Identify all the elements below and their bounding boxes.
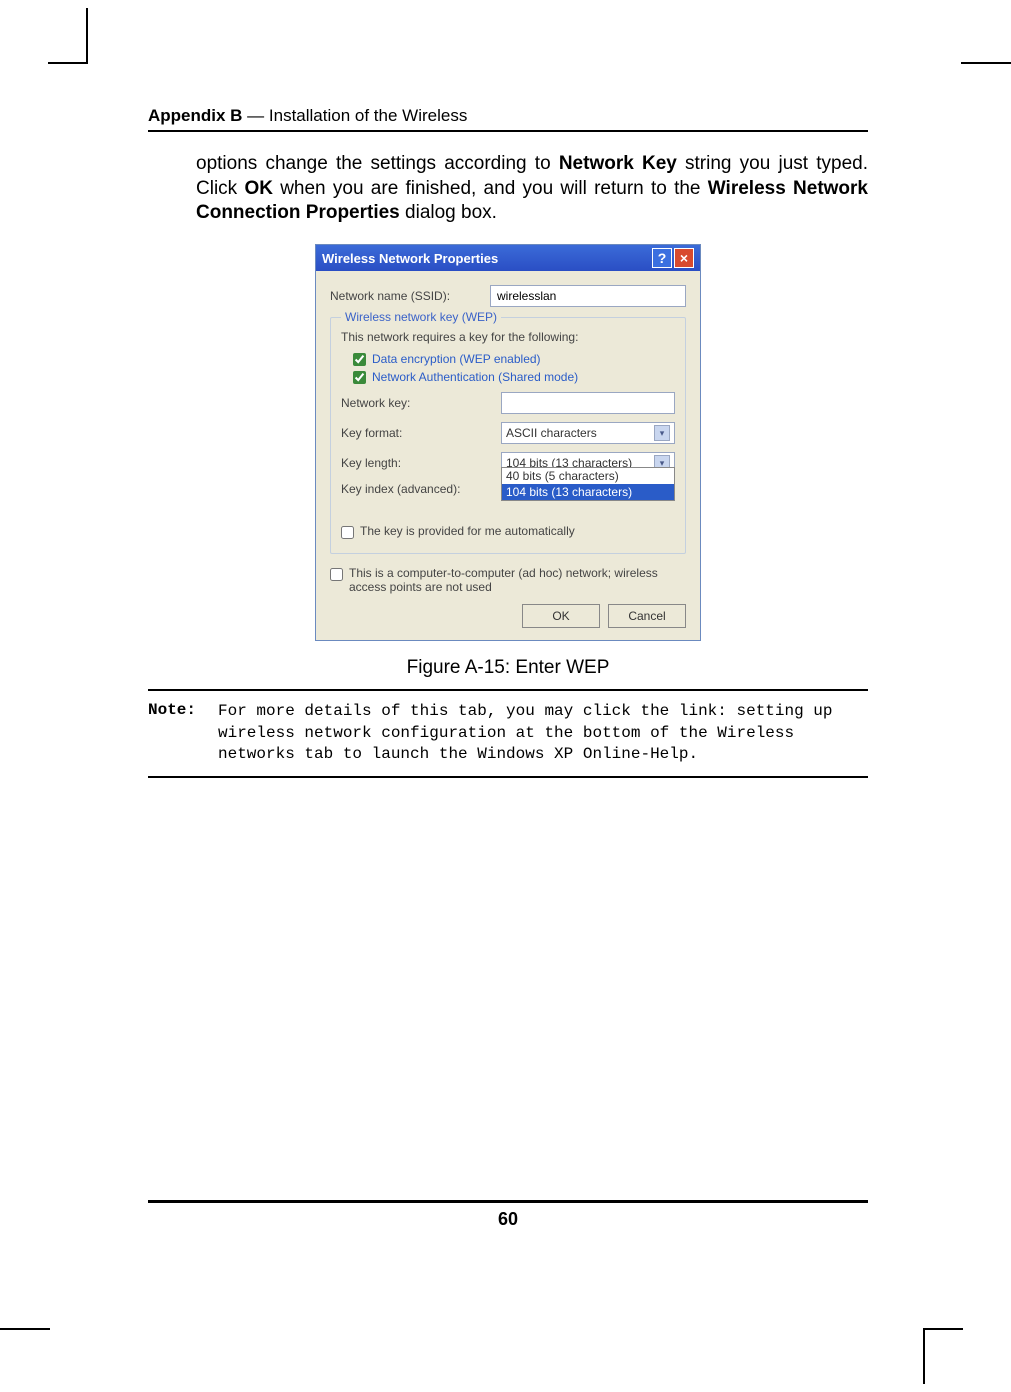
network-auth-input[interactable] [353, 371, 366, 384]
key-length-label: Key length: [341, 456, 501, 470]
data-encryption-checkbox[interactable]: Data encryption (WEP enabled) [353, 352, 675, 366]
wireless-properties-dialog: Wireless Network Properties ? × Network … [315, 244, 701, 641]
header-bold: Appendix B [148, 106, 242, 125]
note-label: Note: [148, 701, 218, 766]
figure-caption: Figure A-15: Enter WEP [148, 657, 868, 679]
data-encryption-label: Data encryption (WEP enabled) [372, 352, 541, 366]
requires-text: This network requires a key for the foll… [341, 330, 675, 344]
note-block: Note: For more details of this tab, you … [148, 701, 868, 766]
key-index-options[interactable]: 40 bits (5 characters) 104 bits (13 char… [501, 467, 675, 501]
adhoc-input[interactable] [330, 568, 343, 581]
key-format-value: ASCII characters [506, 426, 597, 440]
cancel-button[interactable]: Cancel [608, 604, 686, 628]
network-key-input[interactable] [501, 392, 675, 414]
header-rest: — Installation of the Wireless [242, 106, 467, 125]
para-b2: OK [244, 178, 273, 199]
divider [148, 689, 868, 691]
key-index-label: Key index (advanced): [341, 482, 501, 496]
adhoc-label: This is a computer-to-computer (ad hoc) … [349, 566, 686, 594]
ok-button[interactable]: OK [522, 604, 600, 628]
para-post: dialog box. [400, 202, 497, 223]
dialog-title: Wireless Network Properties [322, 251, 650, 266]
adhoc-checkbox[interactable]: This is a computer-to-computer (ad hoc) … [330, 566, 686, 594]
para-pre: options change the settings according to [196, 153, 559, 174]
page-number: 60 [148, 1200, 868, 1230]
wep-fieldset: Wireless network key (WEP) This network … [330, 317, 686, 554]
divider [148, 776, 868, 778]
auto-key-label: The key is provided for me automatically [360, 524, 575, 538]
network-key-label: Network key: [341, 396, 501, 410]
auto-key-input[interactable] [341, 526, 354, 539]
key-index-option-0[interactable]: 40 bits (5 characters) [502, 468, 674, 484]
key-format-label: Key format: [341, 426, 501, 440]
ok-label: OK [552, 609, 569, 623]
auto-key-checkbox[interactable]: The key is provided for me automatically [341, 524, 675, 539]
page-header: Appendix B — Installation of the Wireles… [148, 106, 868, 132]
help-button[interactable]: ? [652, 248, 672, 268]
body-paragraph: options change the settings according to… [196, 152, 868, 226]
close-icon: × [680, 250, 688, 266]
note-text: For more details of this tab, you may cl… [218, 701, 868, 766]
help-icon: ? [658, 250, 667, 266]
ssid-input[interactable] [490, 285, 686, 307]
para-b1: Network Key [559, 153, 677, 174]
cancel-label: Cancel [628, 609, 665, 623]
dropdown-arrow-icon: ▾ [654, 425, 670, 441]
key-format-select[interactable]: ASCII characters ▾ [501, 422, 675, 444]
network-auth-label: Network Authentication (Shared mode) [372, 370, 578, 384]
network-auth-checkbox[interactable]: Network Authentication (Shared mode) [353, 370, 675, 384]
close-button[interactable]: × [674, 248, 694, 268]
data-encryption-input[interactable] [353, 353, 366, 366]
para-mid2: when you are finished, and you will retu… [273, 178, 708, 199]
key-index-option-1[interactable]: 104 bits (13 characters) [502, 484, 674, 500]
ssid-label: Network name (SSID): [330, 289, 490, 303]
dialog-titlebar[interactable]: Wireless Network Properties ? × [316, 245, 700, 271]
wep-legend: Wireless network key (WEP) [341, 310, 501, 324]
